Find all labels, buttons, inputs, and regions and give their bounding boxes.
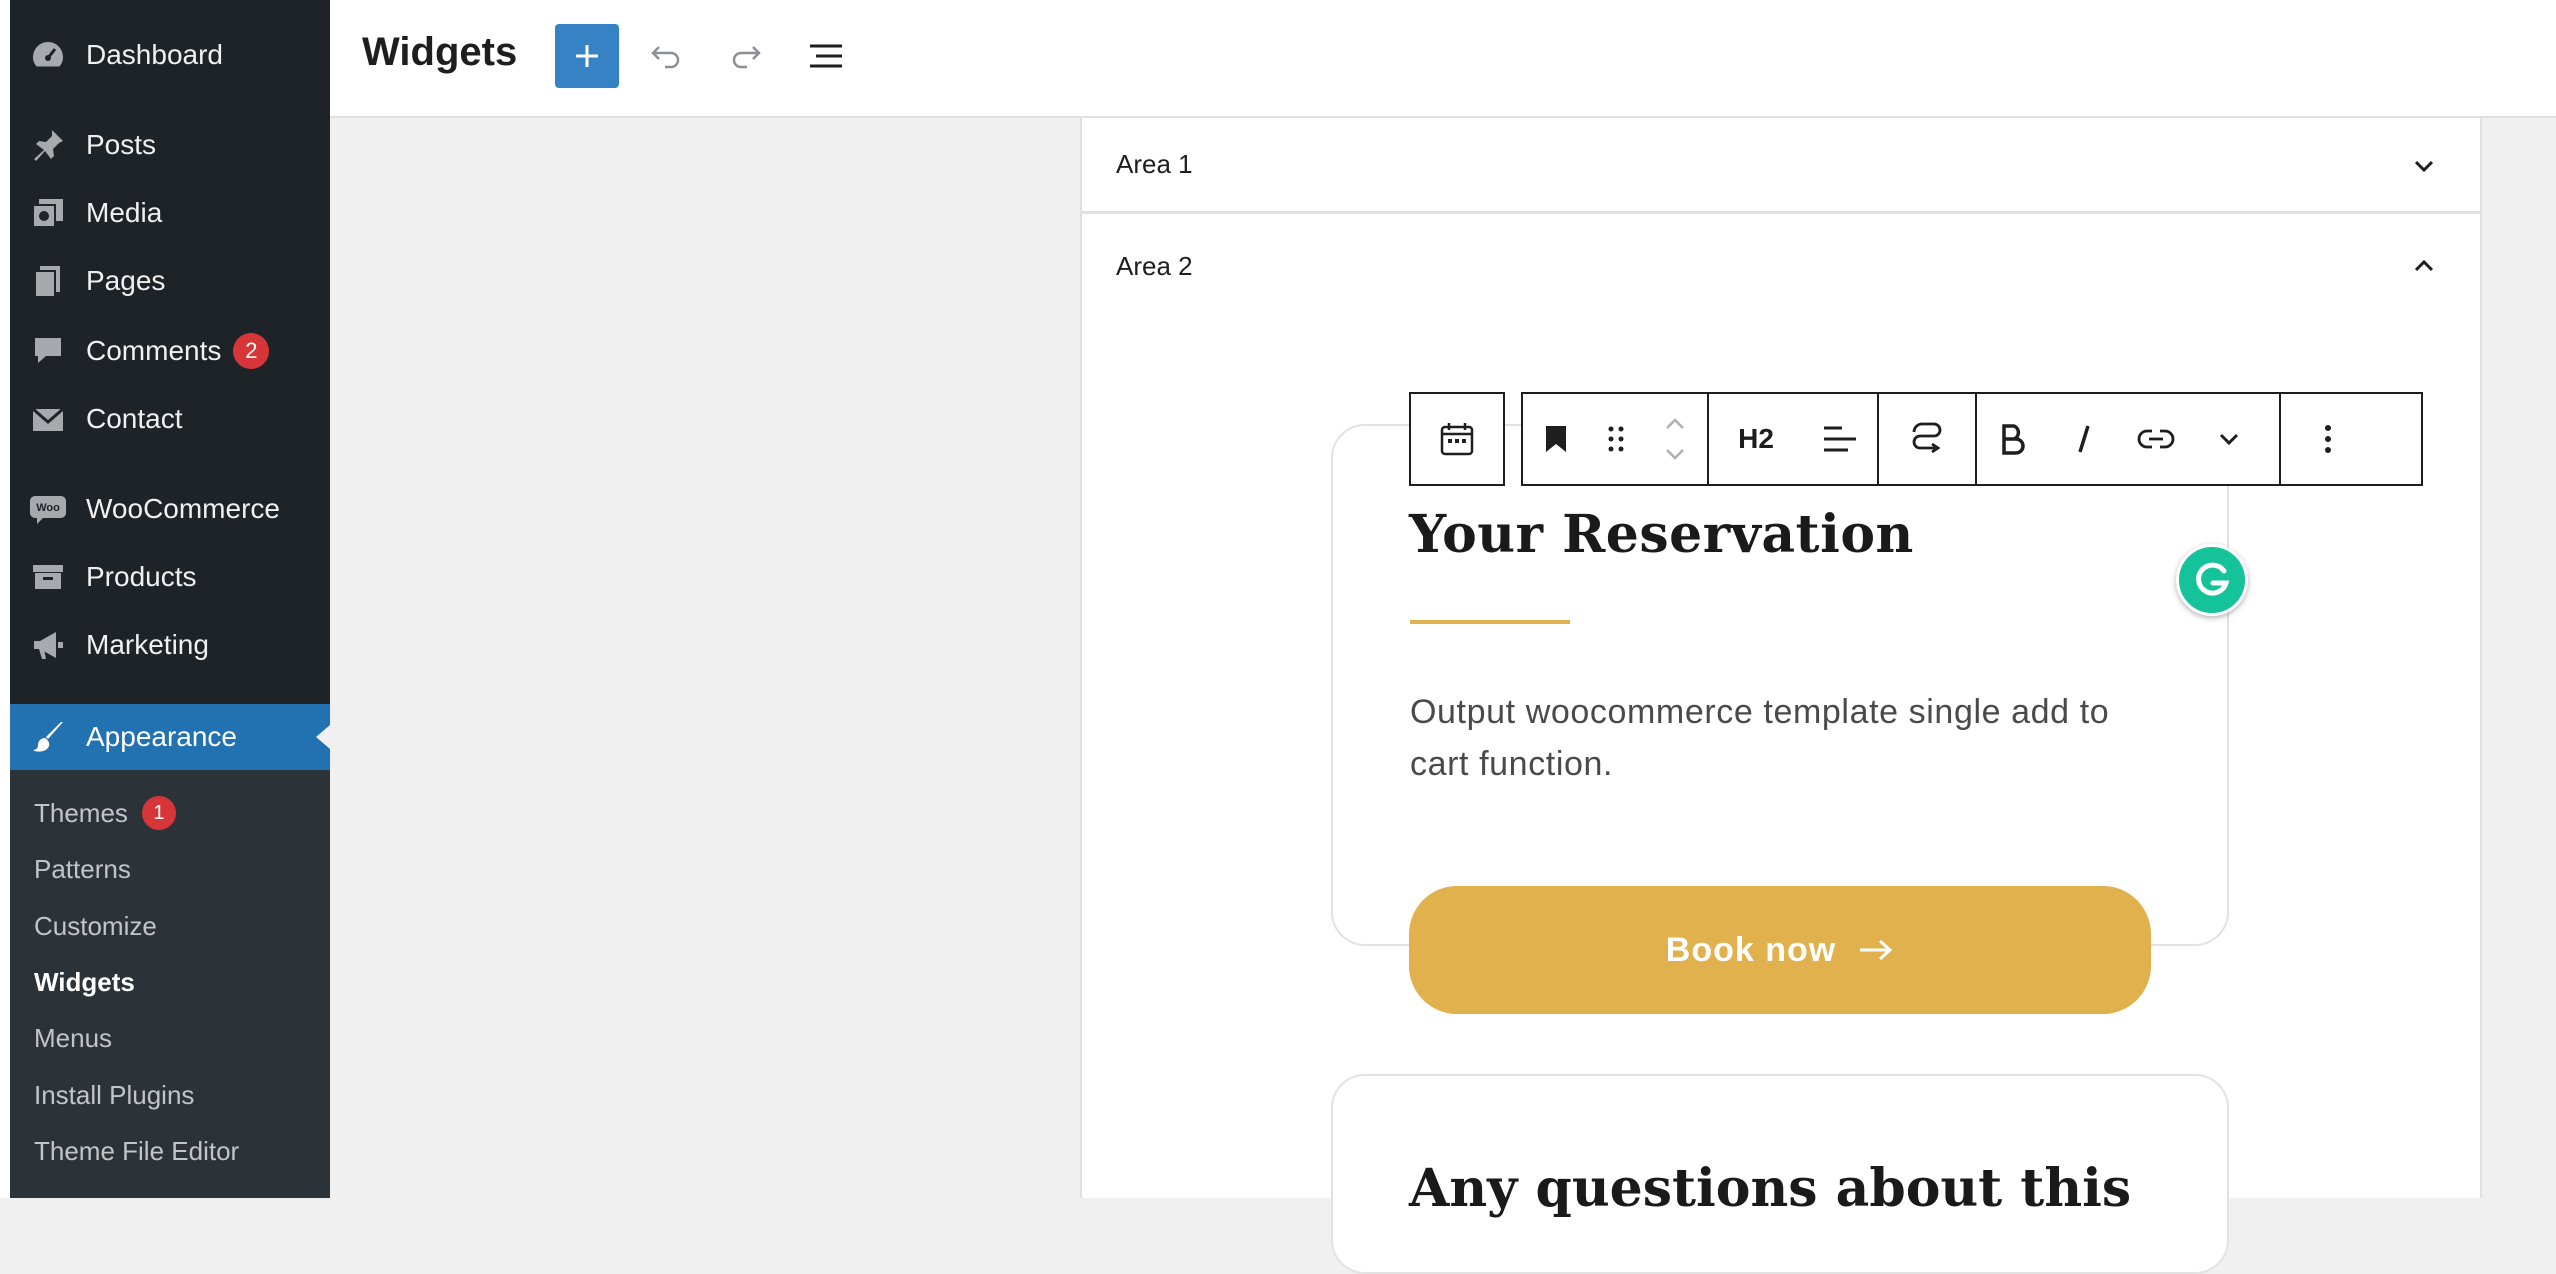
sidebar-item-label: Appearance: [86, 721, 238, 752]
sidebar-item-comments[interactable]: Comments 2: [10, 318, 330, 384]
sidebar-item-woocommerce[interactable]: Woo WooCommerce: [10, 476, 330, 542]
widget-area-label: Area 1: [1116, 149, 1193, 179]
options-button[interactable]: [2281, 394, 2375, 484]
woo-icon: Woo: [26, 489, 70, 529]
sidebar-item-label: Media: [86, 197, 163, 228]
appearance-submenu: Themes 1 Patterns Customize Widgets Menu…: [10, 770, 330, 1198]
archive-icon: [26, 557, 70, 597]
redo-button[interactable]: [720, 30, 772, 82]
widget-area-label: Area 2: [1116, 250, 1193, 281]
move-down-icon[interactable]: [1662, 444, 1688, 464]
grammarly-button[interactable]: [2176, 544, 2248, 616]
brush-icon: [26, 717, 70, 757]
sidebar-item-pages[interactable]: Pages: [10, 248, 330, 314]
sidebar-item-label: WooCommerce: [86, 493, 280, 524]
submenu-item-label: Themes: [34, 797, 128, 828]
sidebar-item-marketing[interactable]: Marketing: [10, 612, 330, 678]
admin-sidebar: Dashboard Posts Media Pages Comments 2 C…: [0, 0, 330, 1198]
transform-icon: [1912, 422, 1942, 454]
pages-icon: [26, 261, 70, 301]
add-block-button[interactable]: [555, 24, 619, 88]
more-rich-text-button[interactable]: [2193, 394, 2265, 484]
sidebar-item-label: Products: [86, 561, 197, 592]
reservation-heading[interactable]: Your Reservation: [1409, 504, 1914, 565]
widget-area-1-toggle[interactable]: Area 1: [1082, 118, 2480, 214]
block-type-button[interactable]: [1411, 394, 1503, 484]
media-icon: [26, 193, 70, 233]
sidebar-item-label: Marketing: [86, 629, 209, 660]
align-text-button[interactable]: [1803, 394, 1877, 484]
more-options-chevron-icon: [2219, 433, 2239, 446]
move-buttons: [1643, 394, 1707, 484]
book-now-label: Book now: [1665, 930, 1837, 969]
comments-count-badge: 2: [233, 333, 270, 369]
widget-area-2-toggle[interactable]: Area 2: [1082, 218, 2480, 314]
arrow-right-icon: [1858, 936, 1894, 964]
sidebar-item-products[interactable]: Products: [10, 544, 330, 610]
book-now-button[interactable]: Book now: [1409, 886, 2151, 1014]
submenu-item-customize[interactable]: Customize: [34, 906, 157, 946]
sidebar-item-dashboard[interactable]: Dashboard: [10, 22, 330, 88]
align-left-icon: [1824, 426, 1856, 452]
editor-header: Widgets: [330, 0, 2556, 118]
sidebar-item-label: Dashboard: [86, 39, 223, 70]
dashboard-icon: [26, 35, 70, 75]
mail-icon: [26, 399, 70, 439]
heading-divider: [1410, 620, 1570, 624]
block-toolbar: H2: [1521, 392, 2423, 486]
link-button[interactable]: [2119, 394, 2193, 484]
undo-icon: [651, 46, 680, 69]
link-icon: [2137, 429, 2175, 449]
submenu-item-menus[interactable]: Menus: [34, 1018, 112, 1058]
megaphone-icon: [26, 625, 70, 665]
page-title: Widgets: [362, 30, 518, 74]
heading-level-label: H2: [1738, 423, 1774, 454]
list-view-button[interactable]: [800, 30, 852, 82]
sidebar-edge: [0, 0, 10, 1198]
chevron-down-icon: [2414, 160, 2434, 173]
comment-icon: [26, 331, 70, 371]
undo-button[interactable]: [640, 30, 692, 82]
reservation-card: [1331, 424, 2229, 946]
chevron-up-icon: [2414, 259, 2434, 272]
sidebar-item-label: Comments: [86, 335, 222, 366]
italic-button[interactable]: [2049, 394, 2119, 484]
transform-button[interactable]: [1879, 394, 1975, 484]
sidebar-item-label: Contact: [86, 403, 183, 434]
bookmark-icon: [1546, 426, 1566, 452]
pin-icon: [26, 125, 70, 165]
submenu-item-patterns[interactable]: Patterns: [34, 849, 131, 889]
submenu-item-widgets[interactable]: Widgets: [34, 962, 135, 1002]
reservation-text[interactable]: Output woocommerce template single add t…: [1410, 686, 2150, 790]
themes-update-badge: 1: [141, 796, 176, 830]
block-type-group: [1409, 392, 1505, 486]
heading-level-button[interactable]: H2: [1709, 394, 1803, 484]
sidebar-item-appearance[interactable]: Appearance: [10, 704, 330, 770]
calendar-icon: [1440, 423, 1474, 456]
bold-icon: [2002, 424, 2025, 455]
drag-handle[interactable]: [1589, 394, 1643, 484]
list-view-icon: [810, 44, 842, 68]
sidebar-item-label: Posts: [86, 129, 157, 160]
sidebar-item-media[interactable]: Media: [10, 180, 330, 246]
sidebar-item-contact[interactable]: Contact: [10, 386, 330, 452]
bookmark-button[interactable]: [1523, 394, 1589, 484]
bold-button[interactable]: [1977, 394, 2049, 484]
submenu-item-install-plugins[interactable]: Install Plugins: [34, 1075, 194, 1115]
submenu-item-themes[interactable]: Themes 1: [34, 793, 176, 833]
redo-icon: [732, 46, 761, 69]
questions-heading[interactable]: Any questions about this: [1409, 1158, 2131, 1219]
sidebar-item-label: Pages: [86, 265, 166, 296]
italic-icon: [2078, 425, 2090, 453]
submenu-item-theme-file-editor[interactable]: Theme File Editor: [34, 1131, 239, 1171]
move-up-icon[interactable]: [1662, 414, 1688, 434]
kebab-menu-icon: [2325, 425, 2331, 453]
grammarly-icon: [2196, 562, 2230, 596]
sidebar-item-posts[interactable]: Posts: [10, 112, 330, 178]
plus-icon: [576, 45, 598, 67]
drag-handle-icon: [1608, 426, 1624, 452]
svg-text:Woo: Woo: [36, 502, 60, 514]
